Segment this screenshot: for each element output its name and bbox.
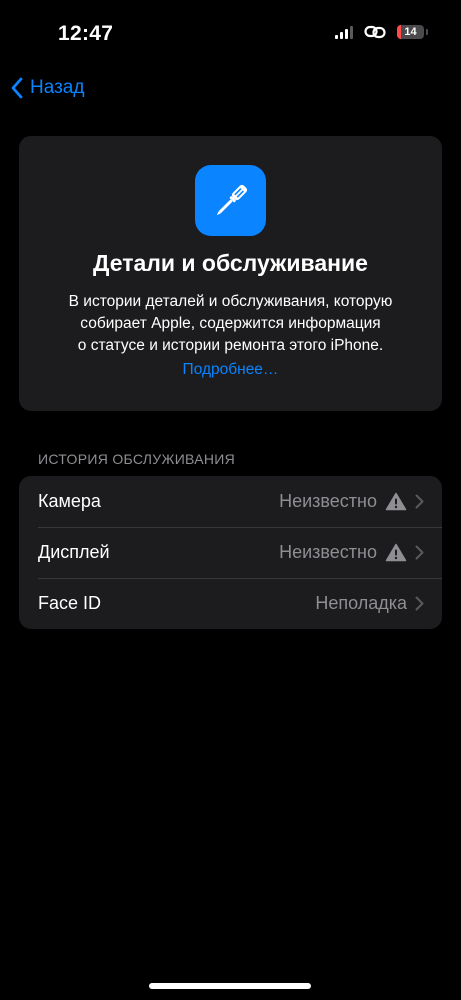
list-item-face-id[interactable]: Face ID Неполадка	[19, 578, 442, 629]
row-label: Дисплей	[38, 542, 110, 562]
section-header-service-history: ИСТОРИЯ ОБСЛУЖИВАНИЯ	[38, 451, 236, 467]
cellular-signal-icon	[335, 25, 353, 39]
card-description-line: о статусе и истории ремонта этого iPhone…	[77, 337, 384, 354]
service-history-list: Камера Неизвестно Дисплей Неизвестно Fac…	[19, 476, 442, 629]
back-button[interactable]: Назад	[10, 77, 84, 99]
list-item-camera[interactable]: Камера Неизвестно	[19, 476, 442, 527]
row-value: Неизвестно	[279, 542, 377, 562]
row-label: Face ID	[38, 593, 102, 613]
row-detail: Неполадка	[315, 593, 424, 614]
status-time: 12:47	[58, 22, 114, 45]
warning-icon	[385, 492, 407, 511]
chevron-right-icon	[415, 494, 424, 509]
card-description-line: В истории деталей и обслуживания, котору…	[68, 293, 393, 310]
learn-more-link[interactable]: Подробнее…	[19, 361, 442, 379]
status-bar: 12:47 14	[0, 0, 461, 70]
list-item-display[interactable]: Дисплей Неизвестно	[19, 527, 442, 578]
chevron-left-icon	[11, 77, 23, 99]
chevron-right-icon	[415, 596, 424, 611]
home-indicator[interactable]	[149, 983, 311, 989]
battery-icon: 14	[397, 25, 428, 39]
battery-level: 14	[404, 26, 417, 38]
card-title: Детали и обслуживание	[93, 250, 368, 276]
card-description: В истории деталей и обслуживания, котору…	[29, 291, 432, 357]
row-value: Неполадка	[315, 593, 407, 613]
row-label: Камера	[38, 491, 101, 511]
row-detail: Неизвестно	[279, 542, 424, 563]
row-detail: Неизвестно	[279, 491, 424, 512]
chevron-right-icon	[415, 545, 424, 560]
warning-icon	[385, 543, 407, 562]
back-button-label: Назад	[30, 77, 85, 98]
row-value: Неизвестно	[279, 491, 377, 511]
link-icon	[364, 25, 386, 39]
screwdriver-icon	[195, 165, 266, 236]
card-description-line: собирает Apple, содержится информация	[80, 315, 381, 332]
parts-service-info-card: Детали и обслуживание В истории деталей …	[19, 136, 442, 411]
status-icons: 14	[335, 25, 428, 39]
